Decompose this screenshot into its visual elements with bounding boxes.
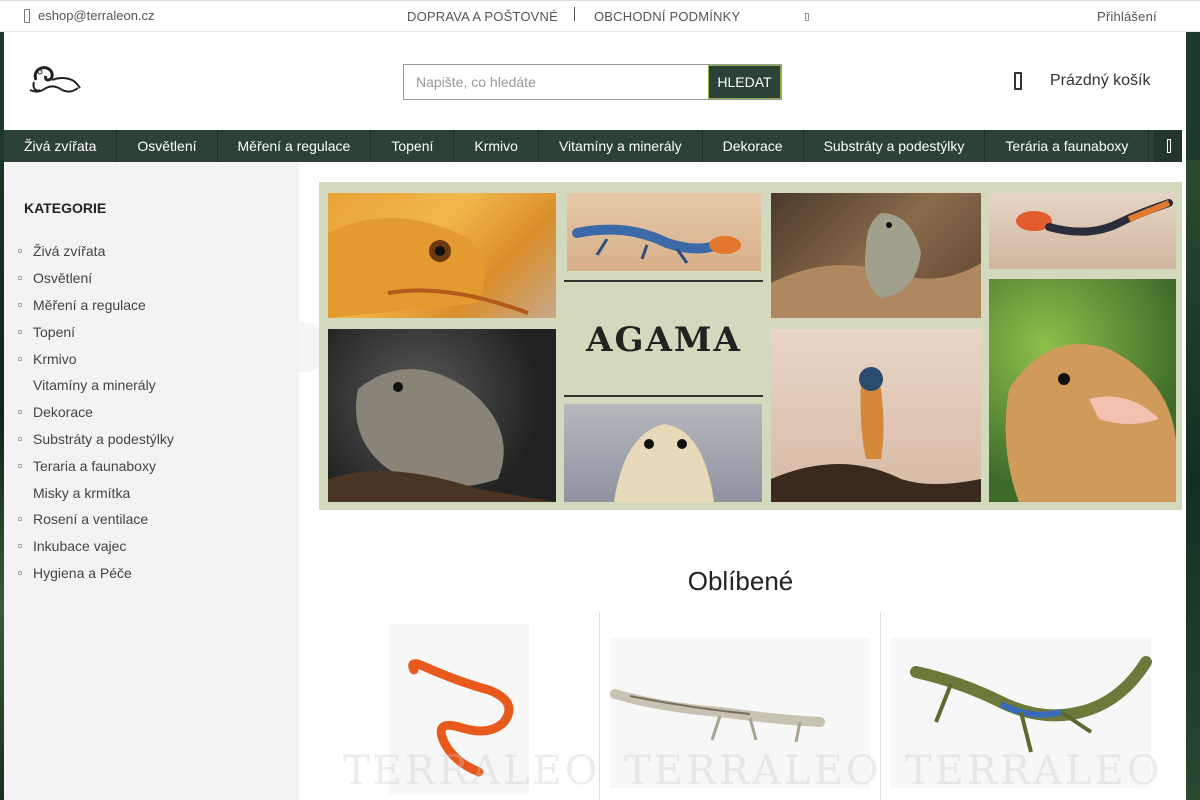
category-label: Misky a krmítka: [33, 484, 131, 501]
category-label: Dekorace: [33, 404, 93, 421]
search-box: HLEDAT: [403, 64, 782, 100]
hero-banner[interactable]: AGAMA: [319, 182, 1182, 510]
chameleon-logo-icon: [29, 66, 81, 93]
banner-photo: [771, 329, 981, 502]
bullet-icon: [18, 410, 22, 415]
category-label: Krmivo: [33, 350, 77, 367]
search-input[interactable]: [404, 65, 708, 99]
bullet-icon: [18, 436, 22, 441]
favorites-title: Oblíbené: [687, 566, 794, 596]
bullet-icon: [18, 249, 22, 254]
category-item[interactable]: Topení: [18, 318, 174, 345]
category-item[interactable]: Rosení a ventilace: [18, 506, 174, 533]
nav-item-substrates[interactable]: Substráty a podestýlky: [804, 130, 986, 162]
main-nav: Živá zvířata Osvětlení Měření a regulace…: [4, 130, 1182, 162]
category-item[interactable]: Osvětlení: [18, 265, 174, 292]
category-label: Rosení a ventilace: [33, 511, 149, 528]
banner-photo: [328, 329, 556, 502]
banner-photo: [989, 279, 1176, 502]
banner-photo: [989, 193, 1176, 269]
banner-photo: [771, 193, 981, 318]
bullet-icon: [18, 383, 22, 387]
category-label: Živá zvířata: [33, 243, 106, 260]
watermark: TERRALEON: [624, 748, 881, 794]
sidebar-title: KATEGORIE: [24, 200, 107, 216]
nav-item-terrariums[interactable]: Terária a faunaboxy: [985, 130, 1150, 162]
dropdown-icon[interactable]: [805, 13, 809, 21]
category-item[interactable]: Teraria a faunaboxy: [18, 452, 174, 479]
nav-item-measurement[interactable]: Měření a regulace: [218, 130, 372, 162]
watermark: TERRALEON: [343, 748, 600, 794]
shipping-link[interactable]: DOPRAVA A POŠTOVNÉ: [407, 9, 558, 24]
phone-icon: [24, 8, 30, 23]
category-item[interactable]: Inkubace vajec: [18, 533, 174, 560]
search-button[interactable]: HLEDAT: [708, 65, 781, 99]
bullet-icon: [18, 491, 22, 495]
cart[interactable]: Prázdný košík: [1014, 72, 1150, 90]
header: HLEDAT Prázdný košík: [4, 32, 1186, 130]
nav-item-decoration[interactable]: Dekorace: [703, 130, 804, 162]
login-link[interactable]: Přihlášení: [1097, 9, 1157, 24]
nav-item-food[interactable]: Krmivo: [454, 130, 539, 162]
product-card[interactable]: TERRALEON: [881, 612, 1162, 800]
watermark: TERRALEON: [905, 748, 1162, 794]
cart-icon: [1014, 72, 1022, 90]
banner-photo: [564, 404, 762, 502]
banner-title: AGAMA: [586, 320, 742, 360]
product-card[interactable]: TERRALEON: [600, 612, 881, 800]
nav-item-heating[interactable]: Topení: [371, 130, 455, 162]
product-list: TERRALEON TERRALEON TERRALEON: [319, 612, 1182, 800]
banner-photo: [567, 193, 761, 271]
bullet-icon: [18, 517, 22, 522]
bullet-icon: [18, 329, 22, 334]
bullet-icon: [18, 544, 22, 549]
category-item[interactable]: Dekorace: [18, 399, 174, 426]
category-item[interactable]: Vitamíny a minerály: [18, 372, 174, 399]
category-label: Hygiena a Péče: [33, 564, 132, 581]
bullet-icon: [18, 570, 22, 575]
sidebar: KATEGORIE Živá zvířata Osvětlení Měření …: [4, 162, 299, 800]
terms-link[interactable]: OBCHODNÍ PODMÍNKY: [594, 9, 740, 24]
category-list: Živá zvířata Osvětlení Měření a regulace…: [18, 238, 174, 586]
email-link[interactable]: eshop@terraleon.cz: [24, 8, 155, 23]
bullet-icon: [18, 356, 22, 361]
banner-photo: [328, 193, 556, 318]
category-label: Substráty a podestýlky: [33, 430, 174, 447]
nav-item-live-animals[interactable]: Živá zvířata: [4, 130, 118, 162]
category-label: Vitamíny a minerály: [33, 377, 156, 394]
nav-item-vitamins[interactable]: Vitamíny a minerály: [539, 130, 703, 162]
category-label: Topení: [33, 323, 76, 340]
category-label: Osvětlení: [33, 270, 93, 287]
category-item[interactable]: Misky a krmítka: [18, 479, 174, 506]
category-label: Teraria a faunaboxy: [33, 457, 156, 474]
category-item[interactable]: Živá zvířata: [18, 238, 174, 265]
category-item[interactable]: Hygiena a Péče: [18, 560, 174, 587]
divider: [574, 7, 575, 21]
category-item[interactable]: Substráty a podestýlky: [18, 426, 174, 453]
logo[interactable]: [26, 62, 86, 98]
page: eshop@terraleon.cz DOPRAVA A POŠTOVNÉ OB…: [0, 0, 1200, 800]
bullet-icon: [18, 276, 22, 281]
bullet-icon: [18, 463, 22, 468]
product-card[interactable]: TERRALEON: [319, 612, 600, 800]
nav-more-button[interactable]: [1154, 130, 1182, 162]
bullet-icon: [18, 302, 22, 307]
category-label: Měření a regulace: [33, 296, 146, 313]
category-item[interactable]: Krmivo: [18, 345, 174, 372]
email-text: eshop@terraleon.cz: [38, 8, 155, 23]
banner-divider: [564, 395, 763, 397]
category-label: Inkubace vajec: [33, 538, 127, 555]
category-item[interactable]: Měření a regulace: [18, 292, 174, 319]
nav-item-lighting[interactable]: Osvětlení: [117, 130, 218, 162]
more-icon: [1166, 139, 1171, 153]
cart-label: Prázdný košík: [1050, 72, 1151, 89]
top-bar: eshop@terraleon.cz DOPRAVA A POŠTOVNÉ OB…: [0, 0, 1200, 32]
